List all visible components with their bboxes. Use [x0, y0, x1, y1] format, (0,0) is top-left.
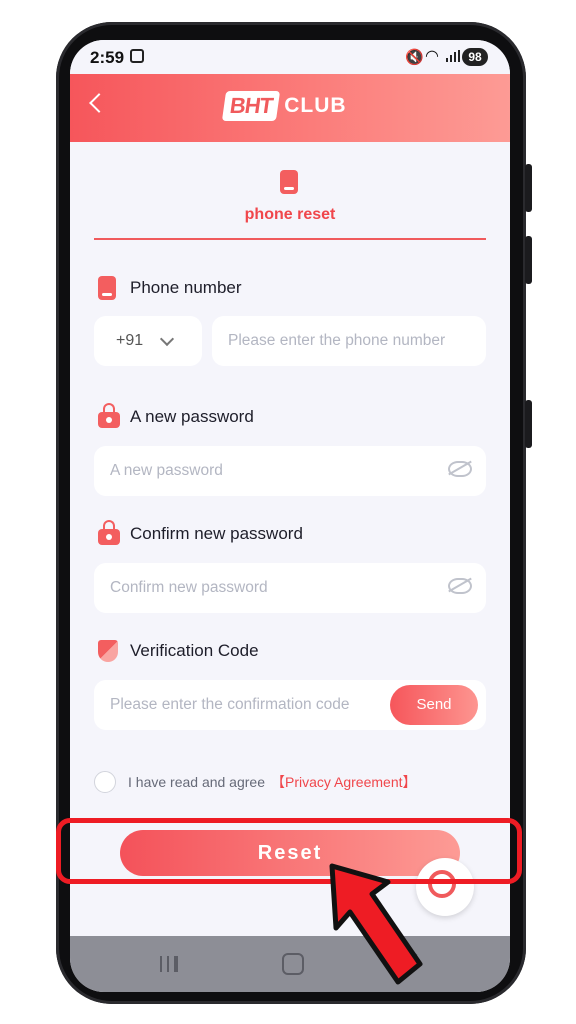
confirm-password-placeholder: Confirm new password: [110, 579, 268, 596]
logo-text: CLUB: [284, 94, 347, 117]
logo-mark: BHT: [221, 91, 281, 121]
shield-icon: [98, 640, 118, 662]
tab-phone-reset[interactable]: phone reset: [70, 206, 510, 224]
lock-icon: [98, 520, 120, 545]
verification-code-placeholder: Please enter the confirmation code: [110, 696, 350, 713]
new-password-placeholder: A new password: [110, 462, 223, 479]
tab-underline: [94, 238, 486, 240]
system-nav-bar: [70, 936, 510, 992]
agreement-text: I have read and agree: [128, 774, 265, 790]
app-header: BHT CLUB: [70, 74, 510, 142]
confirm-password-label: Confirm new password: [130, 524, 303, 543]
confirm-password-input[interactable]: Confirm new password: [94, 563, 486, 613]
phone-number-input[interactable]: Please enter the phone number: [212, 316, 486, 366]
eye-off-icon[interactable]: [448, 461, 472, 477]
new-password-label: A new password: [130, 407, 254, 426]
country-code-value: +91: [116, 332, 144, 349]
verification-code-input[interactable]: Please enter the confirmation code Send: [94, 680, 486, 730]
phone-icon: [98, 276, 116, 300]
status-time: 2:59: [90, 48, 125, 67]
status-bar: 2:59 🔇 ◠ 98: [70, 40, 510, 74]
highlight-box: [56, 818, 522, 884]
agreement-row: I have read and agree 【Privacy Agreement…: [94, 770, 417, 794]
lock-icon: [98, 403, 120, 428]
phone-tab-icon: [280, 170, 298, 194]
privacy-agreement-link[interactable]: 【Privacy Agreement】: [271, 772, 417, 792]
home-icon[interactable]: [282, 953, 304, 975]
phone-number-label: Phone number: [130, 278, 242, 297]
signal-icon: [446, 50, 460, 62]
phone-number-placeholder: Please enter the phone number: [228, 332, 446, 349]
chevron-down-icon: [159, 331, 175, 347]
battery-badge: 98: [462, 48, 488, 66]
mute-icon: 🔇: [405, 49, 424, 66]
new-password-input[interactable]: A new password: [94, 446, 486, 496]
recents-icon[interactable]: [160, 956, 178, 972]
country-code-select[interactable]: +91: [94, 316, 202, 366]
volume-down-button: [525, 236, 532, 284]
back-arrow-icon[interactable]: [89, 93, 109, 113]
screenshot-icon: [130, 49, 144, 63]
wifi-icon: ◠: [425, 48, 439, 65]
pointer-arrow-icon: [329, 863, 423, 985]
volume-up-button: [525, 164, 532, 212]
agreement-checkbox[interactable]: [94, 771, 116, 793]
eye-off-icon[interactable]: [448, 578, 472, 594]
app-logo: BHT CLUB: [221, 88, 347, 124]
send-code-button[interactable]: Send: [390, 685, 478, 725]
verification-code-label: Verification Code: [130, 641, 259, 660]
power-button: [525, 400, 532, 448]
